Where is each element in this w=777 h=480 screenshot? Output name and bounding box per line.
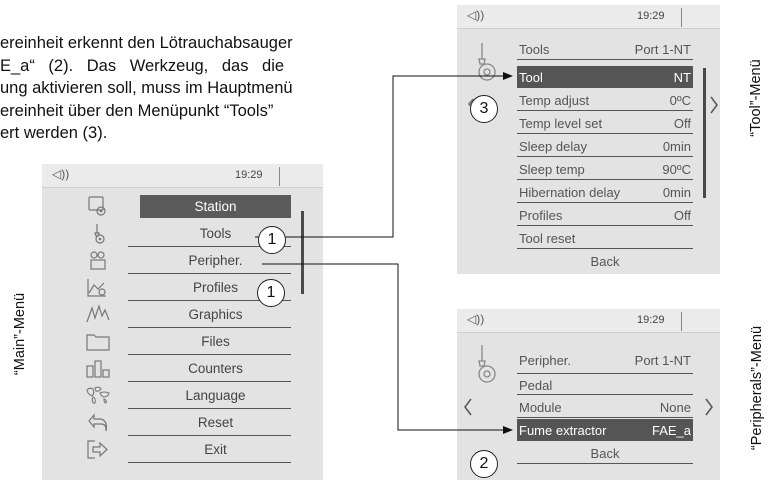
callout-3: 3: [470, 95, 498, 123]
callout-2: 2: [470, 450, 498, 478]
callout-1: 1: [257, 279, 285, 307]
connector-lines: [255, 72, 513, 434]
callout-1: 1: [258, 226, 286, 254]
tool-menu-side-label: “Tool”-Menü: [748, 59, 764, 137]
main-menu-side-label: “Main”-Menü: [12, 292, 28, 376]
peripherals-menu-side-label: “Peripherals”-Menü: [749, 325, 765, 451]
peripherals-to-fume-arrow: [262, 263, 513, 434]
